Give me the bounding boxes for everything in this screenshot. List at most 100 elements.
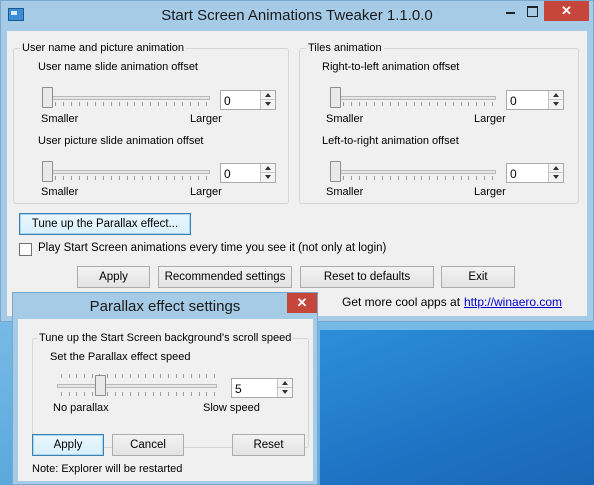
- slider-tick: [130, 374, 131, 378]
- slider-tick: [76, 392, 77, 396]
- ltr-offset-label: Left-to-right animation offset: [322, 135, 459, 147]
- parallax-speed-spinner[interactable]: 5: [231, 378, 293, 398]
- user-name-slide-thumb[interactable]: [42, 87, 53, 108]
- slider-tick: [153, 374, 154, 378]
- user-name-slide-track[interactable]: [42, 96, 210, 100]
- slider-tick: [421, 102, 422, 106]
- spinner-up-button[interactable]: [549, 164, 563, 173]
- minimize-button[interactable]: [498, 1, 522, 21]
- slider-tick: [476, 176, 477, 180]
- slider-tick: [145, 392, 146, 396]
- no-parallax-label: No parallax: [53, 402, 109, 414]
- ltr-offset-ticks: [335, 176, 493, 180]
- recommended-settings-button[interactable]: Recommended settings: [158, 266, 292, 288]
- dialog-reset-button[interactable]: Reset: [232, 434, 305, 456]
- slider-tick: [214, 392, 215, 396]
- maximize-button[interactable]: [520, 1, 544, 21]
- dialog-close-button[interactable]: ✕: [287, 293, 317, 313]
- user-picture-slide-spinner[interactable]: 0: [220, 163, 276, 183]
- slider-tick: [168, 392, 169, 396]
- slider-tick: [453, 176, 454, 180]
- slider-tick: [406, 102, 407, 106]
- spinner-down-button[interactable]: [278, 388, 292, 397]
- slider-tick: [429, 102, 430, 106]
- slider-tick: [103, 102, 104, 106]
- parallax-group: Tune up the Start Screen background's sc…: [32, 332, 309, 448]
- user-name-slide-label: User name slide animation offset: [38, 61, 198, 73]
- exit-button[interactable]: Exit: [441, 266, 515, 288]
- user-name-slide-spinner[interactable]: 0: [220, 90, 276, 110]
- dialog-apply-button[interactable]: Apply: [32, 434, 104, 456]
- slider-tick: [190, 176, 191, 180]
- user-animation-group: User name and picture animation User nam…: [13, 42, 289, 204]
- slider-tick: [166, 102, 167, 106]
- rtl-offset-track[interactable]: [330, 96, 496, 100]
- slider-tick: [115, 392, 116, 396]
- slider-tick: [484, 176, 485, 180]
- slider-tick: [79, 176, 80, 180]
- dialog-cancel-button[interactable]: Cancel: [112, 434, 184, 456]
- dialog-client-area: Tune up the Start Screen background's sc…: [18, 319, 313, 481]
- slider-tick: [183, 392, 184, 396]
- reset-to-defaults-button[interactable]: Reset to defaults: [300, 266, 434, 288]
- close-button[interactable]: ✕: [544, 1, 589, 21]
- play-animations-label[interactable]: Play Start Screen animations every time …: [38, 242, 386, 254]
- apply-button[interactable]: Apply: [77, 266, 150, 288]
- spinner-up-button[interactable]: [549, 91, 563, 100]
- user-picture-slide-track[interactable]: [42, 170, 210, 174]
- rtl-offset-ticks: [335, 102, 493, 106]
- slider-tick: [138, 392, 139, 396]
- slider-tick: [191, 374, 192, 378]
- slider-tick: [61, 392, 62, 396]
- slider-tick: [122, 392, 123, 396]
- user-picture-slide-thumb[interactable]: [42, 161, 53, 182]
- slider-tick: [359, 102, 360, 106]
- spinner-down-button[interactable]: [261, 173, 275, 182]
- slider-tick: [107, 374, 108, 378]
- slider-tick: [176, 392, 177, 396]
- slider-tick: [142, 102, 143, 106]
- slider-tick: [69, 392, 70, 396]
- slider-tick: [382, 102, 383, 106]
- parallax-speed-value: 5: [235, 382, 242, 396]
- tiles-animation-group: Tiles animation Right-to-left animation …: [299, 42, 579, 204]
- main-titlebar[interactable]: Start Screen Animations Tweaker 1.1.0.0 …: [1, 1, 593, 31]
- spinner-up-button[interactable]: [261, 91, 275, 100]
- ltr-offset-track[interactable]: [330, 170, 496, 174]
- slider-tick: [92, 392, 93, 396]
- spinner-buttons: [548, 164, 563, 182]
- slider-tick: [191, 392, 192, 396]
- spinner-up-button[interactable]: [261, 164, 275, 173]
- slider-tick: [150, 176, 151, 180]
- ltr-offset-spinner[interactable]: 0: [506, 163, 564, 183]
- ltr-offset-thumb[interactable]: [330, 161, 341, 182]
- slider-tick: [182, 102, 183, 106]
- spinner-down-button[interactable]: [549, 173, 563, 182]
- parallax-speed-track[interactable]: [57, 384, 217, 388]
- slider-tick: [461, 176, 462, 180]
- user-picture-slide-ticks: [47, 176, 207, 180]
- tune-parallax-button[interactable]: Tune up the Parallax effect...: [19, 213, 191, 235]
- play-animations-checkbox[interactable]: [19, 243, 32, 256]
- slider-tick: [103, 176, 104, 180]
- smaller-label: Smaller: [326, 186, 364, 198]
- user-picture-slide-value: 0: [224, 167, 231, 181]
- slider-tick: [406, 176, 407, 180]
- slider-tick: [351, 176, 352, 180]
- spinner-down-button[interactable]: [261, 100, 275, 109]
- parallax-speed-thumb[interactable]: [95, 375, 106, 396]
- slider-tick: [468, 176, 469, 180]
- slider-tick: [359, 176, 360, 180]
- slider-tick: [69, 374, 70, 378]
- slider-tick: [158, 102, 159, 106]
- winaero-link[interactable]: http://winaero.com: [464, 295, 562, 309]
- rtl-offset-spinner[interactable]: 0: [506, 90, 564, 110]
- slider-tick: [119, 102, 120, 106]
- rtl-offset-thumb[interactable]: [330, 87, 341, 108]
- spinner-down-button[interactable]: [549, 100, 563, 109]
- slider-tick: [445, 102, 446, 106]
- smaller-label: Smaller: [41, 113, 79, 125]
- spinner-buttons: [548, 91, 563, 109]
- spinner-up-button[interactable]: [278, 379, 292, 388]
- slider-tick: [390, 102, 391, 106]
